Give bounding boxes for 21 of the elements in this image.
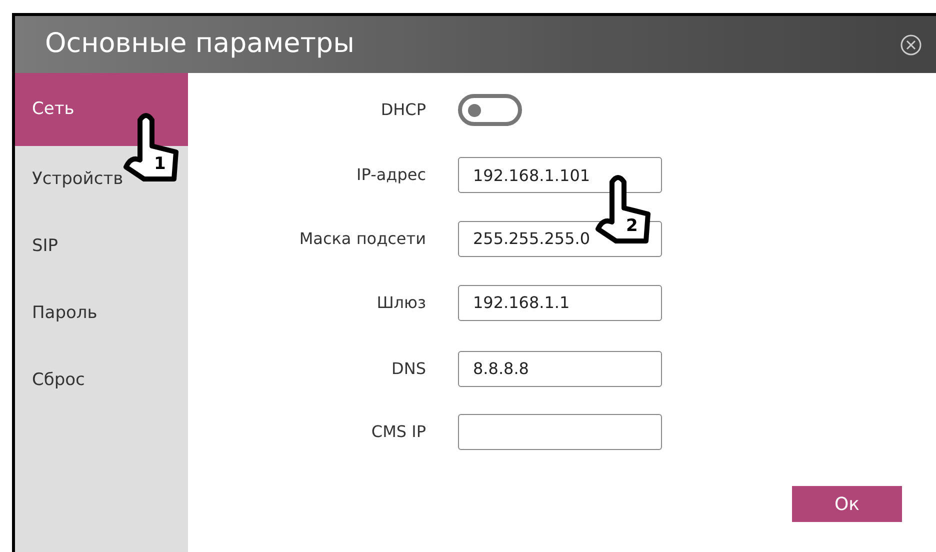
callout-number: 2 [626,218,638,235]
close-icon[interactable] [900,34,922,56]
ok-button[interactable]: Ок [792,486,902,522]
dhcp-toggle[interactable] [458,94,522,126]
sidebar-item[interactable]: Пароль [32,300,98,326]
sidebar-item[interactable]: Сеть [32,96,74,122]
sidebar-item[interactable]: SIP [32,234,58,260]
field-label: DNS [392,358,426,380]
callout-number: 1 [154,156,166,173]
sidebar-item[interactable]: Сброс [32,368,85,394]
field-label: Маска подсети [299,228,426,250]
window-title: Основные параметры [45,27,354,62]
field-label: IP-адрес [356,164,426,186]
input-field[interactable]: 192.168.1.101 [458,157,662,193]
sidebar-item[interactable]: Устройств [32,166,124,192]
input-field[interactable]: 8.8.8.8 [458,350,662,386]
field-label: Шлюз [376,292,426,314]
input-field[interactable]: 192.168.1.1 [458,284,662,320]
input-field[interactable] [458,414,662,450]
field-label: CMS IP [371,421,426,443]
field-label: DHCP [380,99,426,121]
